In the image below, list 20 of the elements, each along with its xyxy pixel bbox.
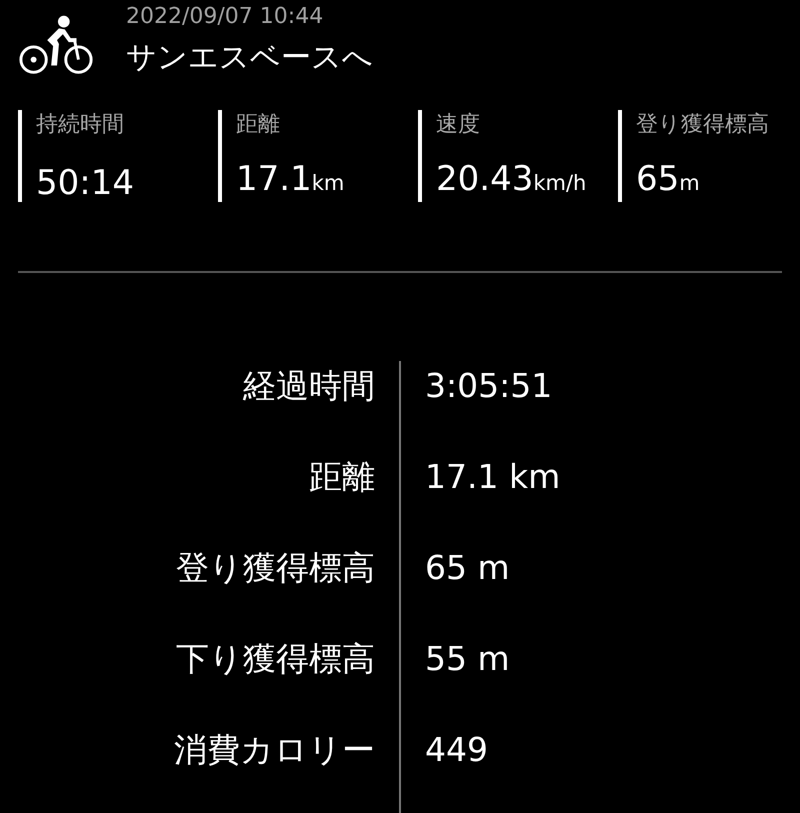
- activity-date: 2022/09/07 10:44: [126, 3, 324, 31]
- detail-label: 距離: [309, 457, 375, 496]
- detail-label: 登り獲得標高: [176, 548, 375, 587]
- stat-value: 65 m: [636, 160, 701, 201]
- stat-value: 17.1 km: [236, 160, 346, 201]
- detail-value: 55 m: [425, 639, 510, 678]
- detail-label: 下り獲得標高: [176, 639, 375, 678]
- stat-label: 距離: [236, 111, 281, 139]
- detail-value: 17.1 km: [425, 457, 560, 496]
- detail-value: 449: [425, 730, 488, 769]
- detail-label: 経過時間: [243, 366, 375, 405]
- detail-value: 3:05:51: [425, 366, 552, 405]
- stat-value: 50:14: [36, 164, 135, 202]
- stat-value: 20.43km/h: [436, 160, 588, 201]
- detail-label: 消費カロリー: [174, 730, 375, 769]
- stat-label: 速度: [436, 111, 481, 139]
- stat-label: 登り獲得標高: [636, 111, 770, 139]
- activity-title: サンエスベースへ: [126, 39, 373, 77]
- detail-value: 65 m: [425, 548, 510, 587]
- stat-label: 持続時間: [36, 111, 125, 139]
